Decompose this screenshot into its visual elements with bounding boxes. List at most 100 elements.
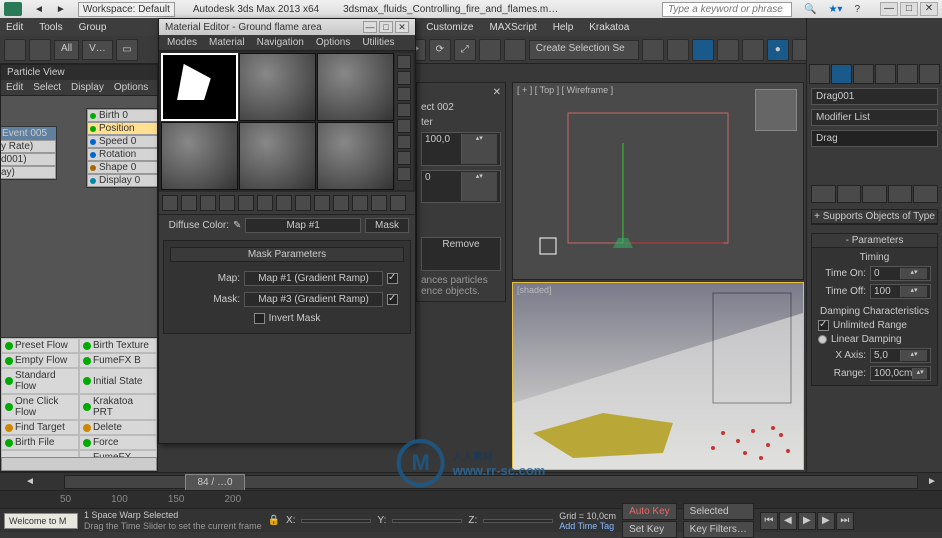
depot-item[interactable]: Birth File <box>1 435 79 450</box>
rollout-header[interactable]: - Parameters <box>812 234 937 248</box>
snap-icon[interactable] <box>479 39 501 61</box>
event-row[interactable]: ay) <box>1 166 56 179</box>
mat-id-icon[interactable] <box>295 195 311 211</box>
hierarchy-tab-icon[interactable] <box>853 64 874 84</box>
emitter-value-1[interactable]: 100,0▴▾ <box>421 132 501 166</box>
motion-tab-icon[interactable] <box>875 64 896 84</box>
view-dropdown[interactable]: V… <box>82 40 113 60</box>
remove-mod-icon[interactable] <box>888 185 913 203</box>
time-slider-thumb[interactable]: 84 / …0 <box>185 474 245 492</box>
modifier-stack[interactable]: Drag <box>811 130 938 147</box>
depot-item[interactable]: Birth Paint <box>1 450 79 457</box>
coord-x-input[interactable] <box>301 519 371 523</box>
pv-menu-display[interactable]: Display <box>71 82 104 93</box>
show-end-icon[interactable] <box>333 195 349 211</box>
material-slot-5[interactable] <box>239 122 316 190</box>
add-time-tag[interactable]: Add Time Tag <box>559 521 616 531</box>
go-forward-icon[interactable] <box>371 195 387 211</box>
close-button[interactable]: ✕ <box>920 2 938 16</box>
video-check-icon[interactable] <box>397 119 411 133</box>
select-icon[interactable]: ▭ <box>116 39 138 61</box>
me-menu-modes[interactable]: Modes <box>167 37 197 48</box>
depot-item[interactable]: Krakatoa PRT <box>79 394 157 420</box>
material-editor-icon[interactable]: ● <box>767 39 789 61</box>
scale-icon[interactable]: ⤢ <box>454 39 476 61</box>
select-by-mat-icon[interactable] <box>397 167 411 181</box>
coord-z-input[interactable] <box>483 519 553 523</box>
invert-mask-checkbox[interactable] <box>254 313 265 324</box>
workspace-dropdown[interactable]: Workspace: Default <box>78 2 175 17</box>
material-slot-2[interactable] <box>239 53 316 121</box>
menu-help[interactable]: Help <box>553 22 574 33</box>
me-menu-utilities[interactable]: Utilities <box>362 37 394 48</box>
menu-group[interactable]: Group <box>79 22 107 33</box>
put-to-scene-icon[interactable] <box>181 195 197 211</box>
modifier-list-dropdown[interactable]: Modifier List <box>811 109 938 126</box>
unlink-icon[interactable] <box>29 39 51 61</box>
depot-item[interactable]: Force <box>79 435 157 450</box>
options-icon[interactable] <box>397 151 411 165</box>
material-slot-6[interactable] <box>317 122 394 190</box>
me-menu-options[interactable]: Options <box>316 37 350 48</box>
depot-item[interactable]: Initial State <box>79 368 157 394</box>
unlimited-range-checkbox[interactable] <box>818 320 829 331</box>
material-slot-3[interactable] <box>317 53 394 121</box>
viewport-perspective[interactable]: [shaded] <box>512 282 804 470</box>
object-name-input[interactable]: Drag001 <box>811 88 938 105</box>
utilities-tab-icon[interactable] <box>919 64 940 84</box>
minimize-button[interactable]: — <box>880 2 898 16</box>
me-max-button[interactable]: □ <box>379 21 393 33</box>
depot-item[interactable]: Preset Flow <box>1 338 79 353</box>
menu-tools[interactable]: Tools <box>39 22 62 33</box>
pv-menu-edit[interactable]: Edit <box>6 82 23 93</box>
time-ruler[interactable]: 50 100 150 200 <box>0 490 942 508</box>
depot-item[interactable]: Empty Flow <box>1 353 79 368</box>
event-node-1[interactable]: Event 005 y Rate) d001) ay) <box>1 126 57 180</box>
key-selected-dropdown[interactable]: Selected <box>683 503 754 520</box>
material-slot-1[interactable] <box>161 53 238 121</box>
eyedropper-icon[interactable]: ✎ <box>233 220 241 231</box>
prev-frame-icon[interactable]: ◀ <box>779 512 797 530</box>
viewport-top[interactable]: [ + ] [ Top ] [ Wireframe ] <box>512 82 804 280</box>
goto-end-icon[interactable]: ⏭ <box>836 512 854 530</box>
make-unique-icon[interactable] <box>257 195 273 211</box>
event-row[interactable]: d001) <box>1 153 56 166</box>
map-type-button[interactable]: Mask <box>365 218 409 233</box>
depot-item[interactable]: FumeFX B <box>79 353 157 368</box>
menu-krakatoa[interactable]: Krakatoa <box>589 22 629 33</box>
me-min-button[interactable]: — <box>363 21 377 33</box>
reset-icon[interactable] <box>219 195 235 211</box>
menu-edit[interactable]: Edit <box>6 22 23 33</box>
back-icon[interactable]: ◄ <box>34 4 44 15</box>
menu-maxscript[interactable]: MAXScript <box>489 22 536 33</box>
me-close-button[interactable]: ✕ <box>395 21 409 33</box>
event-row[interactable]: Rotation <box>87 148 157 161</box>
event-row[interactable]: Shape 0 <box>87 161 157 174</box>
event-row[interactable]: y Rate) <box>1 140 56 153</box>
me-menu-navigation[interactable]: Navigation <box>257 37 304 48</box>
dialog-close-icon[interactable]: ✕ <box>421 87 501 98</box>
mask-enable-checkbox[interactable] <box>387 294 398 305</box>
schematic-icon[interactable] <box>742 39 764 61</box>
named-selection-set[interactable]: Create Selection Se <box>529 40 639 60</box>
map-name-dropdown[interactable]: Map #1 <box>245 218 361 233</box>
viewcube[interactable] <box>755 89 797 131</box>
event-row[interactable]: Birth 0 <box>87 109 157 122</box>
coord-y-input[interactable] <box>392 519 462 523</box>
configure-sets-icon[interactable] <box>913 185 938 203</box>
sign-in-link[interactable]: ★▾ <box>828 4 842 15</box>
event-node-2[interactable]: Birth 0 Position Speed 0 Rotation Shape … <box>86 108 157 188</box>
display-tab-icon[interactable] <box>897 64 918 84</box>
layer-icon[interactable] <box>692 39 714 61</box>
event-row-selected[interactable]: Position <box>87 122 157 135</box>
range-spinner[interactable]: 100,0cm▴▾ <box>870 366 931 381</box>
lock-icon[interactable]: 🔒 <box>268 515 280 526</box>
x-axis-spinner[interactable]: 5,0▴▾ <box>870 348 931 363</box>
selection-filter-dropdown[interactable]: All <box>54 40 79 60</box>
assign-icon[interactable] <box>200 195 216 211</box>
map-enable-checkbox[interactable] <box>387 273 398 284</box>
modify-tab-icon[interactable] <box>831 64 852 84</box>
make-copy-icon[interactable] <box>238 195 254 211</box>
time-off-spinner[interactable]: 100▴▾ <box>870 284 931 299</box>
link-icon[interactable] <box>4 39 26 61</box>
